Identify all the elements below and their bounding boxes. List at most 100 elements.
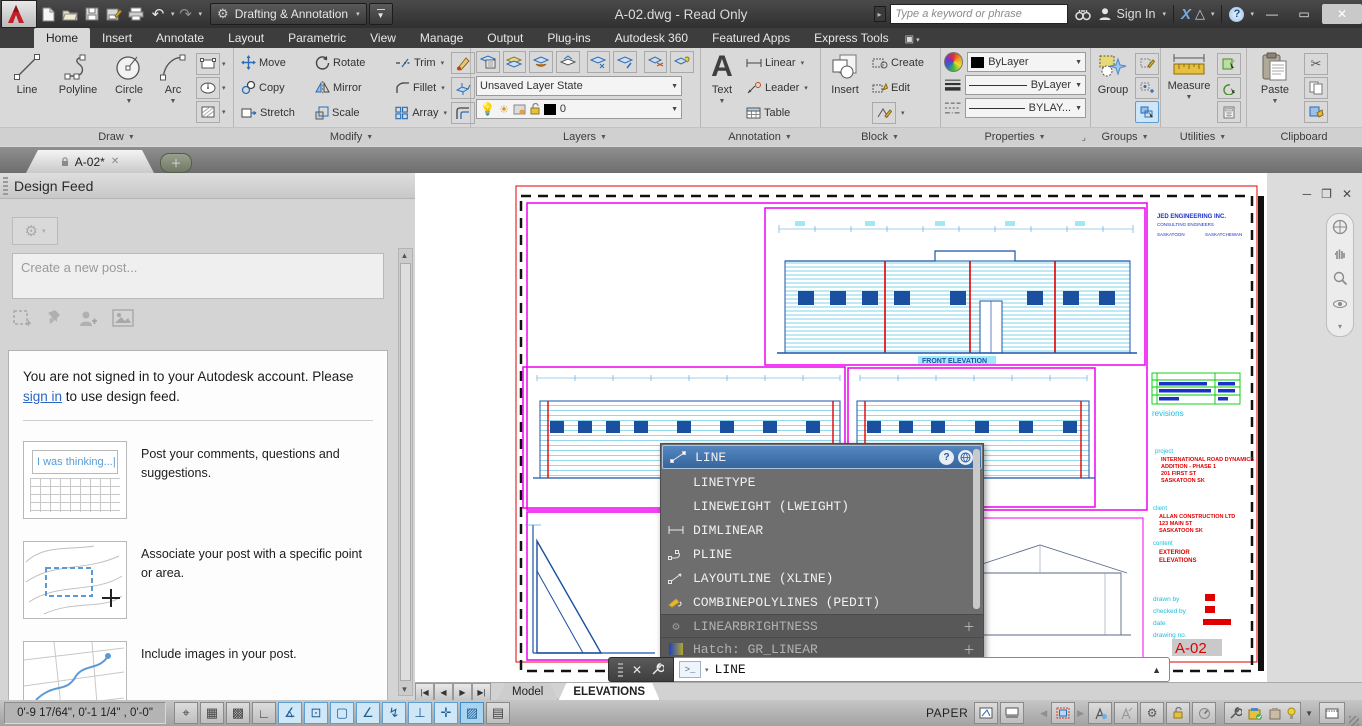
autoscale-button[interactable] [1114, 702, 1138, 724]
dynamic-ucs-toggle[interactable]: ⊥ [408, 702, 432, 724]
tab-plugins[interactable]: Plug-ins [535, 28, 602, 48]
popup-item-combinepolylines[interactable]: COMBINEPOLYLINES (PEDIT) [661, 590, 983, 614]
circle-button[interactable]: Circle ▼ [106, 48, 152, 128]
hatch-button[interactable]: ▾ [196, 101, 226, 123]
tab-view[interactable]: View [358, 28, 408, 48]
prev-layout-button[interactable]: ◀ [434, 683, 453, 701]
edit-attributes-button[interactable]: ▾ [870, 101, 926, 126]
sign-in-button[interactable]: Sign In ▾ [1098, 7, 1166, 21]
search-history-button[interactable]: ▸ [874, 6, 886, 22]
table-button[interactable]: Table [744, 101, 810, 126]
group-button[interactable]: Group [1093, 48, 1133, 128]
navigation-wheel-icon[interactable] [1332, 219, 1348, 235]
clean-screen-button[interactable] [1319, 702, 1345, 724]
grid-display-toggle[interactable]: ▦ [200, 702, 224, 724]
rectangle-button[interactable]: ▾ [196, 53, 226, 75]
exchange-apps-icon[interactable]: X [1181, 6, 1191, 23]
annotation-scale-button[interactable]: ⚙ [1140, 702, 1164, 724]
add-image-icon[interactable] [112, 309, 134, 327]
navbar-more-caret-icon[interactable]: ▾ [1338, 322, 1342, 331]
palette-grip[interactable] [3, 177, 8, 195]
ortho-mode-toggle[interactable]: ∟ [252, 702, 276, 724]
layer-state-dropdown[interactable]: Unsaved Layer State▼ [476, 76, 682, 96]
object-color-dropdown[interactable]: ByLayer▼ [967, 52, 1086, 72]
tab-output[interactable]: Output [475, 28, 535, 48]
copy-button[interactable]: Copy [239, 75, 311, 100]
panel-label-layers[interactable]: Layers▼ [470, 127, 700, 146]
trim-button[interactable]: Trim▾ [393, 50, 449, 75]
dynamic-input-toggle[interactable]: ✛ [434, 702, 458, 724]
array-button[interactable]: Array▾ [393, 100, 449, 125]
layer-off-button[interactable] [529, 51, 553, 73]
layer-dropdown[interactable]: 💡 ☀ 0▼ [476, 99, 682, 119]
popup-item-linearbrightness[interactable]: ⚙ LINEARBRIGHTNESS＋ [661, 614, 983, 637]
drawing-restore-icon[interactable]: ❐ [1321, 187, 1332, 201]
panel-label-clipboard[interactable]: Clipboard [1246, 127, 1362, 146]
open-file-button[interactable] [59, 4, 81, 24]
last-layout-button[interactable]: ▶| [472, 683, 491, 701]
application-menu-button[interactable]: ▾ [1, 0, 37, 28]
annotation-visibility-button[interactable] [1088, 702, 1112, 724]
drawing-minimize-icon[interactable]: ─ [1303, 187, 1312, 201]
popup-item-lineweight[interactable]: LINEWEIGHT (LWEIGHT) [661, 494, 983, 518]
command-input-area[interactable]: >_ ▾ ▲ [674, 657, 1170, 682]
object-snap-toggle[interactable]: ⊡ [304, 702, 328, 724]
command-bar-grip[interactable] [618, 663, 623, 677]
layer-lock-button[interactable] [613, 51, 637, 73]
lineweight-dropdown[interactable]: ByLayer▼ [965, 75, 1086, 95]
help-icon[interactable]: ? [1229, 7, 1244, 22]
palette-scrollbar[interactable]: ▲ ▼ [398, 248, 413, 696]
polar-tracking-toggle[interactable]: ∡ [278, 702, 302, 724]
redo-history-caret-icon[interactable]: ▾ [199, 10, 203, 18]
quick-select-button[interactable] [1217, 53, 1241, 75]
paste-button[interactable]: Paste ▼ [1252, 48, 1298, 128]
mirror-button[interactable]: Mirror [313, 75, 391, 100]
tab-elevations[interactable]: ELEVATIONS [558, 683, 660, 701]
first-layout-button[interactable]: |◀ [415, 683, 434, 701]
space-indicator[interactable]: PAPER [926, 706, 968, 720]
model-space-button[interactable] [974, 702, 998, 724]
dimension-linear-button[interactable]: Linear▾ [744, 51, 810, 76]
select-area-icon[interactable] [12, 309, 32, 329]
tray-settings-caret-icon[interactable]: ▼ [1305, 709, 1313, 718]
popup-item-pline[interactable]: PLINE [661, 542, 983, 566]
trusted-autodesk-icon[interactable] [1248, 707, 1263, 720]
panel-label-block[interactable]: Block▼ [820, 127, 940, 146]
tab-model[interactable]: Model [497, 683, 558, 701]
create-block-button[interactable]: Create [870, 51, 926, 76]
autodesk360-caret-icon[interactable]: ▾ [1211, 10, 1215, 18]
fillet-button[interactable]: Fillet▾ [393, 75, 449, 100]
hardware-acceleration-bulb-icon[interactable] [1287, 707, 1296, 720]
next-viewport-icon[interactable]: ▶ [1077, 708, 1084, 719]
dialog-launcher-icon[interactable]: ⌟ [1082, 132, 1086, 143]
new-post-input[interactable]: Create a new post... [12, 253, 384, 299]
help-icon[interactable]: ? [939, 450, 954, 465]
autodesk360-icon[interactable]: △ [1195, 6, 1205, 22]
sign-in-link[interactable]: sign in [23, 389, 62, 404]
plot-notify-icon[interactable] [1269, 707, 1281, 720]
zoom-icon[interactable] [1332, 270, 1348, 286]
viewport-lock-button[interactable] [1166, 702, 1190, 724]
command-input[interactable] [713, 661, 1149, 678]
design-feed-header[interactable]: Design Feed [0, 173, 415, 199]
command-history-caret-icon[interactable]: ▲ [1152, 665, 1161, 675]
next-layout-button[interactable]: ▶ [453, 683, 472, 701]
recent-commands-caret-icon[interactable]: ▾ [705, 666, 709, 674]
panel-label-properties[interactable]: Properties▼⌟ [940, 127, 1090, 146]
line-button[interactable]: Line [4, 48, 50, 128]
edit-block-button[interactable]: Edit [870, 76, 926, 101]
redo-button[interactable]: ↷ [175, 4, 197, 24]
pan-hand-icon[interactable] [1332, 245, 1348, 261]
new-file-button[interactable] [37, 4, 59, 24]
performance-button[interactable] [1192, 702, 1216, 724]
tab-home[interactable]: Home [34, 28, 90, 48]
object-snap-3d-toggle[interactable]: ▢ [330, 702, 354, 724]
tab-autodesk360[interactable]: Autodesk 360 [603, 28, 700, 48]
popup-item-line[interactable]: LINE ? [662, 445, 982, 469]
new-drawing-tab-button[interactable]: ＋ [160, 153, 192, 173]
group-edit-button[interactable] [1135, 77, 1159, 99]
panel-label-draw[interactable]: Draw▼ [0, 127, 233, 146]
text-button[interactable]: A Text ▼ [704, 48, 740, 128]
layer-states-button[interactable] [503, 51, 527, 73]
ellipse-button[interactable]: ▾ [196, 77, 226, 99]
